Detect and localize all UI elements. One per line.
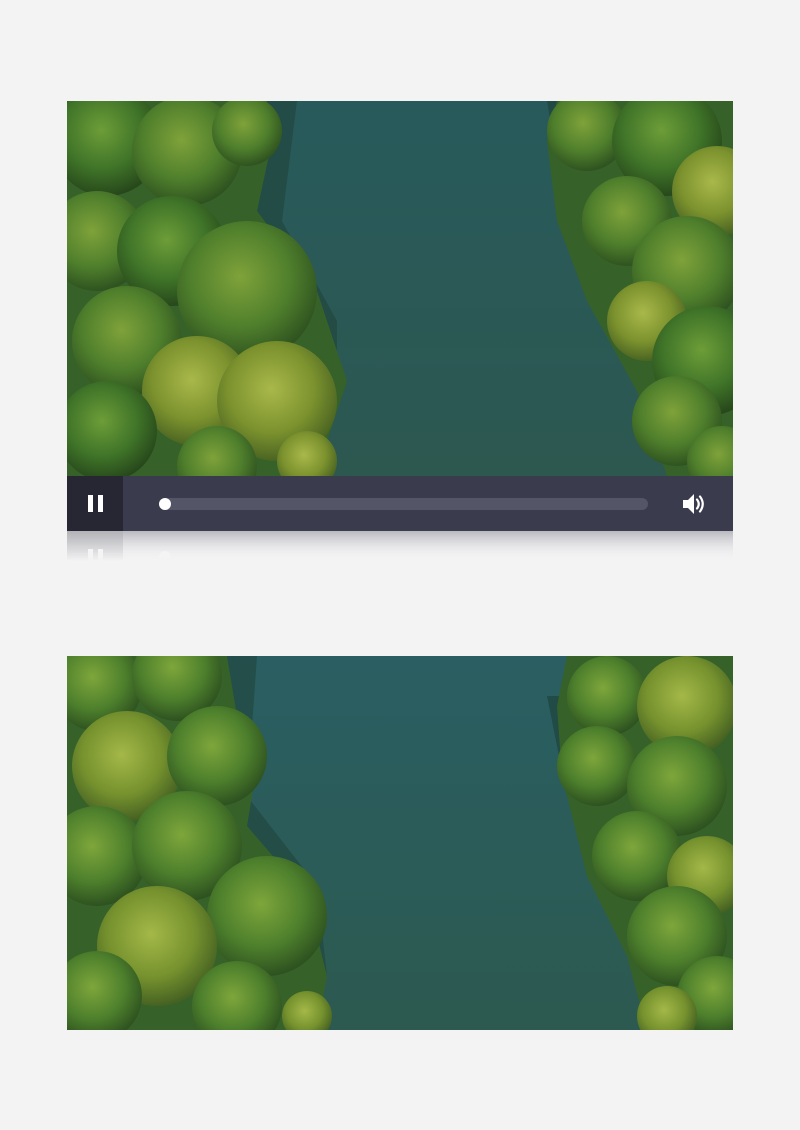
control-bar-reflection — [67, 531, 733, 561]
video-player[interactable] — [67, 101, 733, 561]
progress-track[interactable] — [159, 498, 648, 510]
video-frame[interactable] — [67, 101, 733, 476]
progress-knob[interactable] — [159, 498, 171, 510]
video-still-frame — [67, 656, 733, 1030]
river-aerial-image-2 — [67, 656, 733, 1030]
volume-button[interactable] — [680, 490, 708, 518]
pause-button[interactable] — [67, 476, 123, 531]
control-bar — [67, 476, 733, 531]
volume-icon — [683, 494, 704, 514]
river-aerial-image — [67, 101, 733, 476]
pause-icon — [87, 495, 103, 512]
